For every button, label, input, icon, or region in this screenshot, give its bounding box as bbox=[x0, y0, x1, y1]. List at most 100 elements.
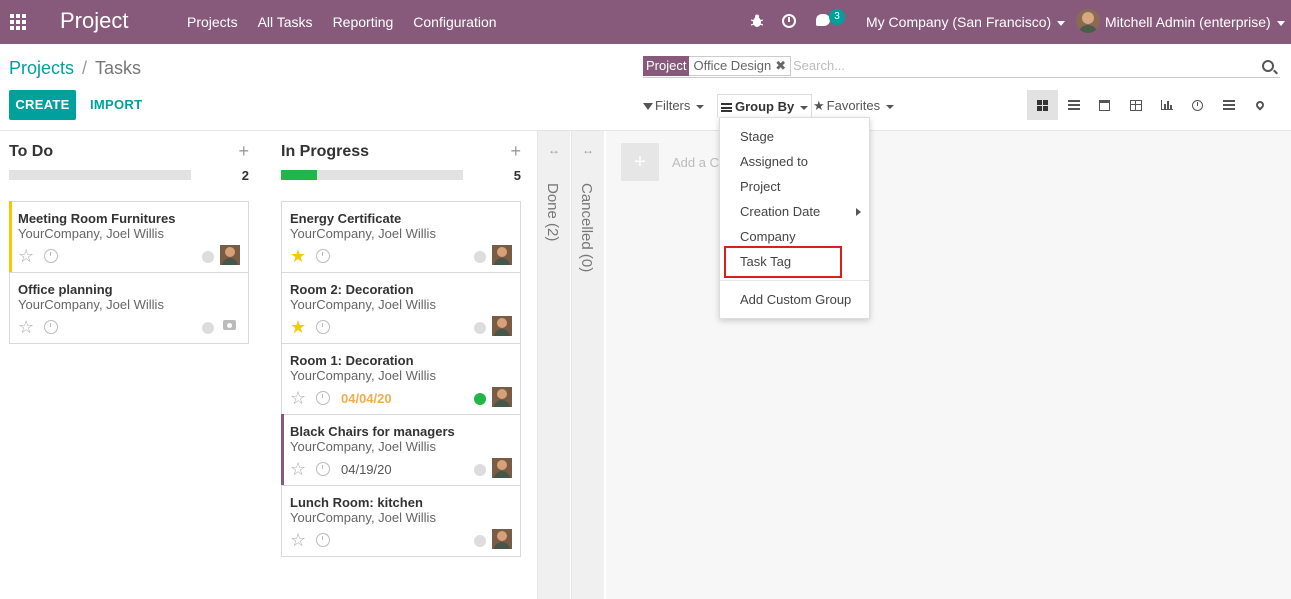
kanban-state-icon[interactable] bbox=[474, 251, 486, 263]
activity-clock-icon[interactable] bbox=[44, 249, 58, 263]
task-card[interactable]: Energy Certificate YourCompany, Joel Will… bbox=[281, 201, 521, 273]
assignee-avatar[interactable] bbox=[492, 387, 512, 407]
task-title: Energy Certificate bbox=[290, 211, 402, 226]
task-card[interactable]: Black Chairs for managers YourCompany, Jo… bbox=[281, 414, 521, 486]
kanban-column: To Do +2 Meeting Room Furnitures YourCompan… bbox=[9, 131, 249, 599]
kanban-state-icon[interactable] bbox=[474, 393, 486, 405]
chat-icon[interactable] bbox=[816, 14, 830, 26]
group-by-assigned-to[interactable]: Assigned to bbox=[720, 149, 869, 174]
facet-value: Office Design ✖ bbox=[689, 56, 792, 76]
activity-clock-icon[interactable] bbox=[44, 320, 58, 334]
chat-badge: 3 bbox=[829, 9, 845, 25]
view-gantt-button[interactable] bbox=[1213, 90, 1244, 120]
priority-star-icon[interactable]: ☆ bbox=[290, 460, 306, 478]
assignee-avatar[interactable] bbox=[492, 458, 512, 478]
view-graph-button[interactable] bbox=[1151, 90, 1182, 120]
caret-down-icon bbox=[1276, 20, 1285, 26]
task-card[interactable]: Room 2: Decoration YourCompany, Joel Will… bbox=[281, 272, 521, 344]
favorites-button[interactable]: ★ Favorites bbox=[813, 98, 895, 114]
kanban-state-icon[interactable] bbox=[474, 464, 486, 476]
breadcrumb-projects[interactable]: Projects bbox=[9, 58, 74, 78]
folded-column-cancelled[interactable]: ↔ Cancelled (0) bbox=[571, 131, 604, 599]
priority-star-icon[interactable]: ☆ bbox=[18, 318, 34, 336]
group-by-creation-date-label: Creation Date bbox=[740, 204, 821, 219]
kanban-state-icon[interactable] bbox=[474, 535, 486, 547]
column-progress-bar[interactable] bbox=[281, 170, 463, 180]
activity-clock-icon[interactable] bbox=[316, 391, 330, 405]
activity-clock-icon[interactable] bbox=[316, 320, 330, 334]
user-avatar[interactable] bbox=[1076, 9, 1100, 33]
bug-icon[interactable] bbox=[751, 14, 763, 28]
facet-category: Project bbox=[643, 56, 690, 76]
facet-remove-icon[interactable]: ✖ bbox=[775, 58, 786, 73]
menu-configuration[interactable]: Configuration bbox=[413, 14, 496, 30]
menu-projects[interactable]: Projects bbox=[187, 14, 238, 30]
column-count: 2 bbox=[241, 168, 249, 183]
user-menu[interactable]: Mitchell Admin (enterprise) bbox=[1105, 14, 1285, 30]
task-card[interactable]: Room 1: Decoration YourCompany, Joel Will… bbox=[281, 343, 521, 415]
company-name: My Company (San Francisco) bbox=[866, 14, 1052, 30]
task-card[interactable]: Office planning YourCompany, Joel Willis ☆ bbox=[9, 272, 249, 344]
folded-column-done[interactable]: ↔ Done (2) bbox=[537, 131, 570, 599]
column-progress-bar[interactable] bbox=[9, 170, 191, 180]
add-custom-group[interactable]: Add Custom Group bbox=[720, 287, 869, 312]
assignee-avatar[interactable] bbox=[220, 245, 240, 265]
search-icon[interactable] bbox=[1262, 60, 1274, 72]
column-title: In Progress bbox=[281, 143, 370, 160]
user-name: Mitchell Admin (enterprise) bbox=[1105, 14, 1271, 30]
apps-menu-icon[interactable] bbox=[10, 14, 26, 30]
quick-create-icon[interactable]: + bbox=[510, 141, 521, 162]
create-button[interactable]: CREATE bbox=[9, 90, 76, 120]
view-activity-button[interactable] bbox=[1182, 90, 1213, 120]
assignee-avatar[interactable] bbox=[220, 316, 240, 336]
assignee-avatar[interactable] bbox=[492, 316, 512, 336]
kanban-state-icon[interactable] bbox=[202, 251, 214, 263]
assignee-avatar[interactable] bbox=[492, 529, 512, 549]
task-subtitle: YourCompany, Joel Willis bbox=[290, 368, 436, 383]
quick-create-icon[interactable]: + bbox=[238, 141, 249, 162]
group-by-task-tag[interactable]: Task Tag bbox=[720, 249, 869, 274]
priority-star-icon[interactable]: ☆ bbox=[290, 531, 306, 549]
menu-reporting[interactable]: Reporting bbox=[333, 14, 394, 30]
main-menu: Projects All Tasks Reporting Configurati… bbox=[187, 0, 517, 44]
view-calendar-button[interactable] bbox=[1089, 90, 1120, 120]
search-input[interactable] bbox=[793, 58, 1243, 73]
activity-clock-icon[interactable] bbox=[316, 249, 330, 263]
task-card[interactable]: Lunch Room: kitchen YourCompany, Joel Wil… bbox=[281, 485, 521, 557]
group-by-button[interactable]: Group By bbox=[717, 94, 813, 118]
kanban-state-icon[interactable] bbox=[474, 322, 486, 334]
group-by-company[interactable]: Company bbox=[720, 224, 869, 249]
group-by-creation-date[interactable]: Creation Date bbox=[720, 199, 869, 224]
view-list-button[interactable] bbox=[1058, 90, 1089, 120]
view-pivot-button[interactable] bbox=[1120, 90, 1151, 120]
clock-icon bbox=[1192, 99, 1203, 111]
activity-clock-icon[interactable] bbox=[782, 14, 796, 28]
menu-all-tasks[interactable]: All Tasks bbox=[258, 14, 313, 30]
caret-down-icon bbox=[696, 104, 705, 109]
activity-clock-icon[interactable] bbox=[316, 533, 330, 547]
map-marker-icon bbox=[1253, 99, 1266, 111]
assignee-avatar[interactable] bbox=[492, 245, 512, 265]
group-by-stage[interactable]: Stage bbox=[720, 124, 869, 149]
view-map-button[interactable] bbox=[1244, 90, 1275, 120]
priority-star-icon[interactable]: ☆ bbox=[290, 389, 306, 407]
app-title[interactable]: Project bbox=[60, 8, 128, 34]
filters-button[interactable]: Filters bbox=[643, 98, 705, 113]
breadcrumb: Projects / Tasks bbox=[9, 58, 141, 79]
kanban-state-icon[interactable] bbox=[202, 322, 214, 334]
priority-star-icon[interactable]: ☆ bbox=[18, 247, 34, 265]
add-column-button[interactable]: + bbox=[621, 143, 659, 181]
task-card[interactable]: Meeting Room Furnitures YourCompany, Joel… bbox=[9, 201, 249, 273]
top-navbar: Project Projects All Tasks Reporting Con… bbox=[0, 0, 1291, 44]
import-button[interactable]: IMPORT bbox=[90, 97, 142, 112]
activity-clock-icon[interactable] bbox=[316, 462, 330, 476]
add-column-area: + Add a Co bbox=[606, 131, 1291, 599]
view-kanban-button[interactable] bbox=[1027, 90, 1058, 120]
priority-star-icon[interactable]: ★ bbox=[290, 247, 306, 265]
group-by-project[interactable]: Project bbox=[720, 174, 869, 199]
filters-label: Filters bbox=[655, 98, 691, 113]
folded-column-label: Cancelled (0) bbox=[578, 183, 595, 273]
company-switcher[interactable]: My Company (San Francisco) bbox=[866, 14, 1066, 30]
dropdown-divider bbox=[720, 280, 869, 281]
priority-star-icon[interactable]: ★ bbox=[290, 318, 306, 336]
